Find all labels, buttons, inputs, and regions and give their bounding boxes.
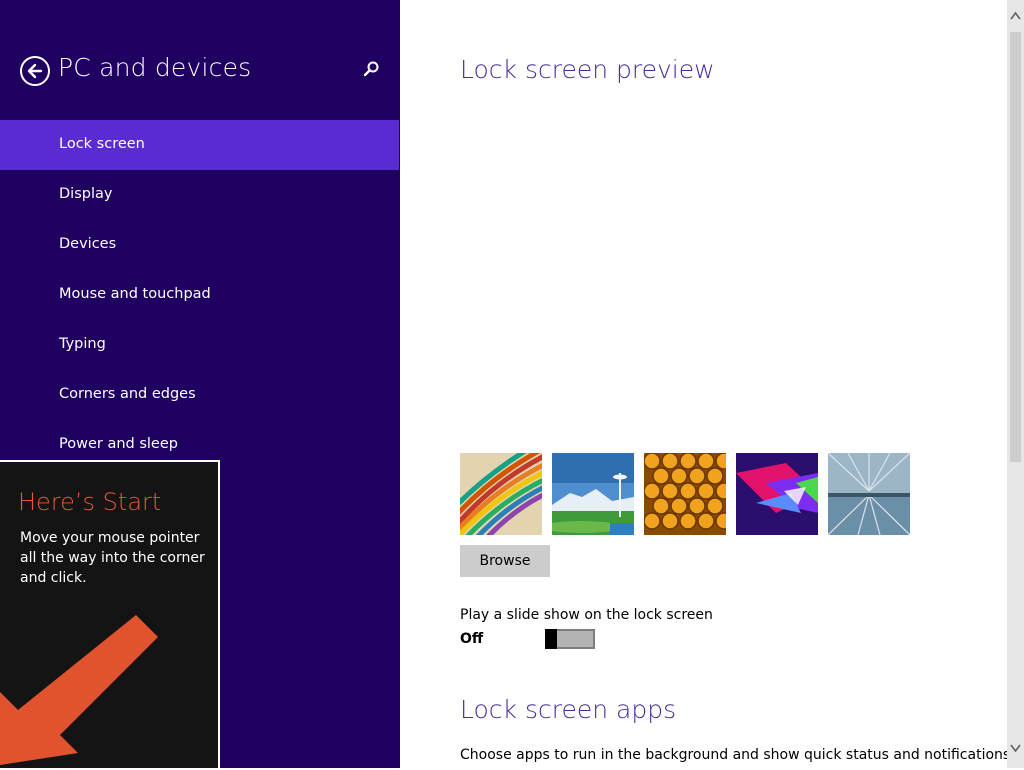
start-tip-popup[interactable]: Here’s Start Move your mouse pointer all… (0, 460, 220, 768)
wallpaper-thumbnail-ribbons[interactable] (460, 453, 542, 535)
scroll-up-button[interactable] (1007, 0, 1024, 30)
sidebar-item-typing[interactable]: Typing (0, 320, 399, 370)
sidebar-item-label: Lock screen (59, 136, 145, 152)
arrow-down-left-icon (0, 615, 158, 765)
chevron-up-icon (1010, 11, 1021, 20)
slideshow-setting-label: Play a slide show on the lock screen (460, 607, 713, 623)
back-button[interactable] (20, 56, 50, 86)
tip-title: Here’s Start (18, 488, 162, 516)
scrollbar-thumb[interactable] (1010, 32, 1021, 462)
sidebar-item-label: Typing (59, 336, 106, 352)
sidebar-item-devices[interactable]: Devices (0, 220, 399, 270)
sidebar-item-corners-and-edges[interactable]: Corners and edges (0, 370, 399, 420)
sidebar-item-display[interactable]: Display (0, 170, 399, 220)
lock-screen-apps-description: Choose apps to run in the background and… (460, 747, 1015, 763)
search-icon (363, 61, 379, 77)
toggle-knob[interactable] (545, 629, 557, 649)
lock-screen-preview-heading: Lock screen preview (460, 55, 715, 84)
wallpaper-thumbnail-honeycomb[interactable] (644, 453, 726, 535)
vertical-scrollbar[interactable] (1007, 0, 1024, 768)
scroll-down-button[interactable] (1007, 734, 1024, 764)
browse-button[interactable]: Browse (460, 545, 550, 577)
back-arrow-icon (27, 63, 43, 79)
sidebar-item-lock-screen[interactable]: Lock screen (0, 120, 399, 170)
wallpaper-thumbnail-space-needle[interactable] (552, 453, 634, 535)
lock-screen-apps-heading: Lock screen apps (460, 695, 677, 724)
tip-text: Move your mouse pointer all the way into… (20, 530, 205, 586)
slideshow-state-text: Off (460, 631, 484, 647)
wallpaper-thumbnail-geometric[interactable] (736, 453, 818, 535)
sidebar-item-label: Devices (59, 236, 117, 252)
sidebar-item-mouse-and-touchpad[interactable]: Mouse and touchpad (0, 270, 399, 320)
slideshow-toggle[interactable] (545, 629, 595, 649)
sidebar-item-label: Power and sleep (59, 436, 178, 452)
chevron-down-icon (1010, 744, 1021, 753)
sidebar-item-label: Mouse and touchpad (59, 286, 211, 302)
wallpaper-thumbnail-tunnel[interactable] (828, 453, 910, 535)
sidebar-item-label: Display (59, 186, 113, 202)
page-title: PC and devices (58, 53, 252, 82)
sidebar-item-label: Corners and edges (59, 386, 196, 402)
search-button[interactable] (360, 59, 382, 81)
